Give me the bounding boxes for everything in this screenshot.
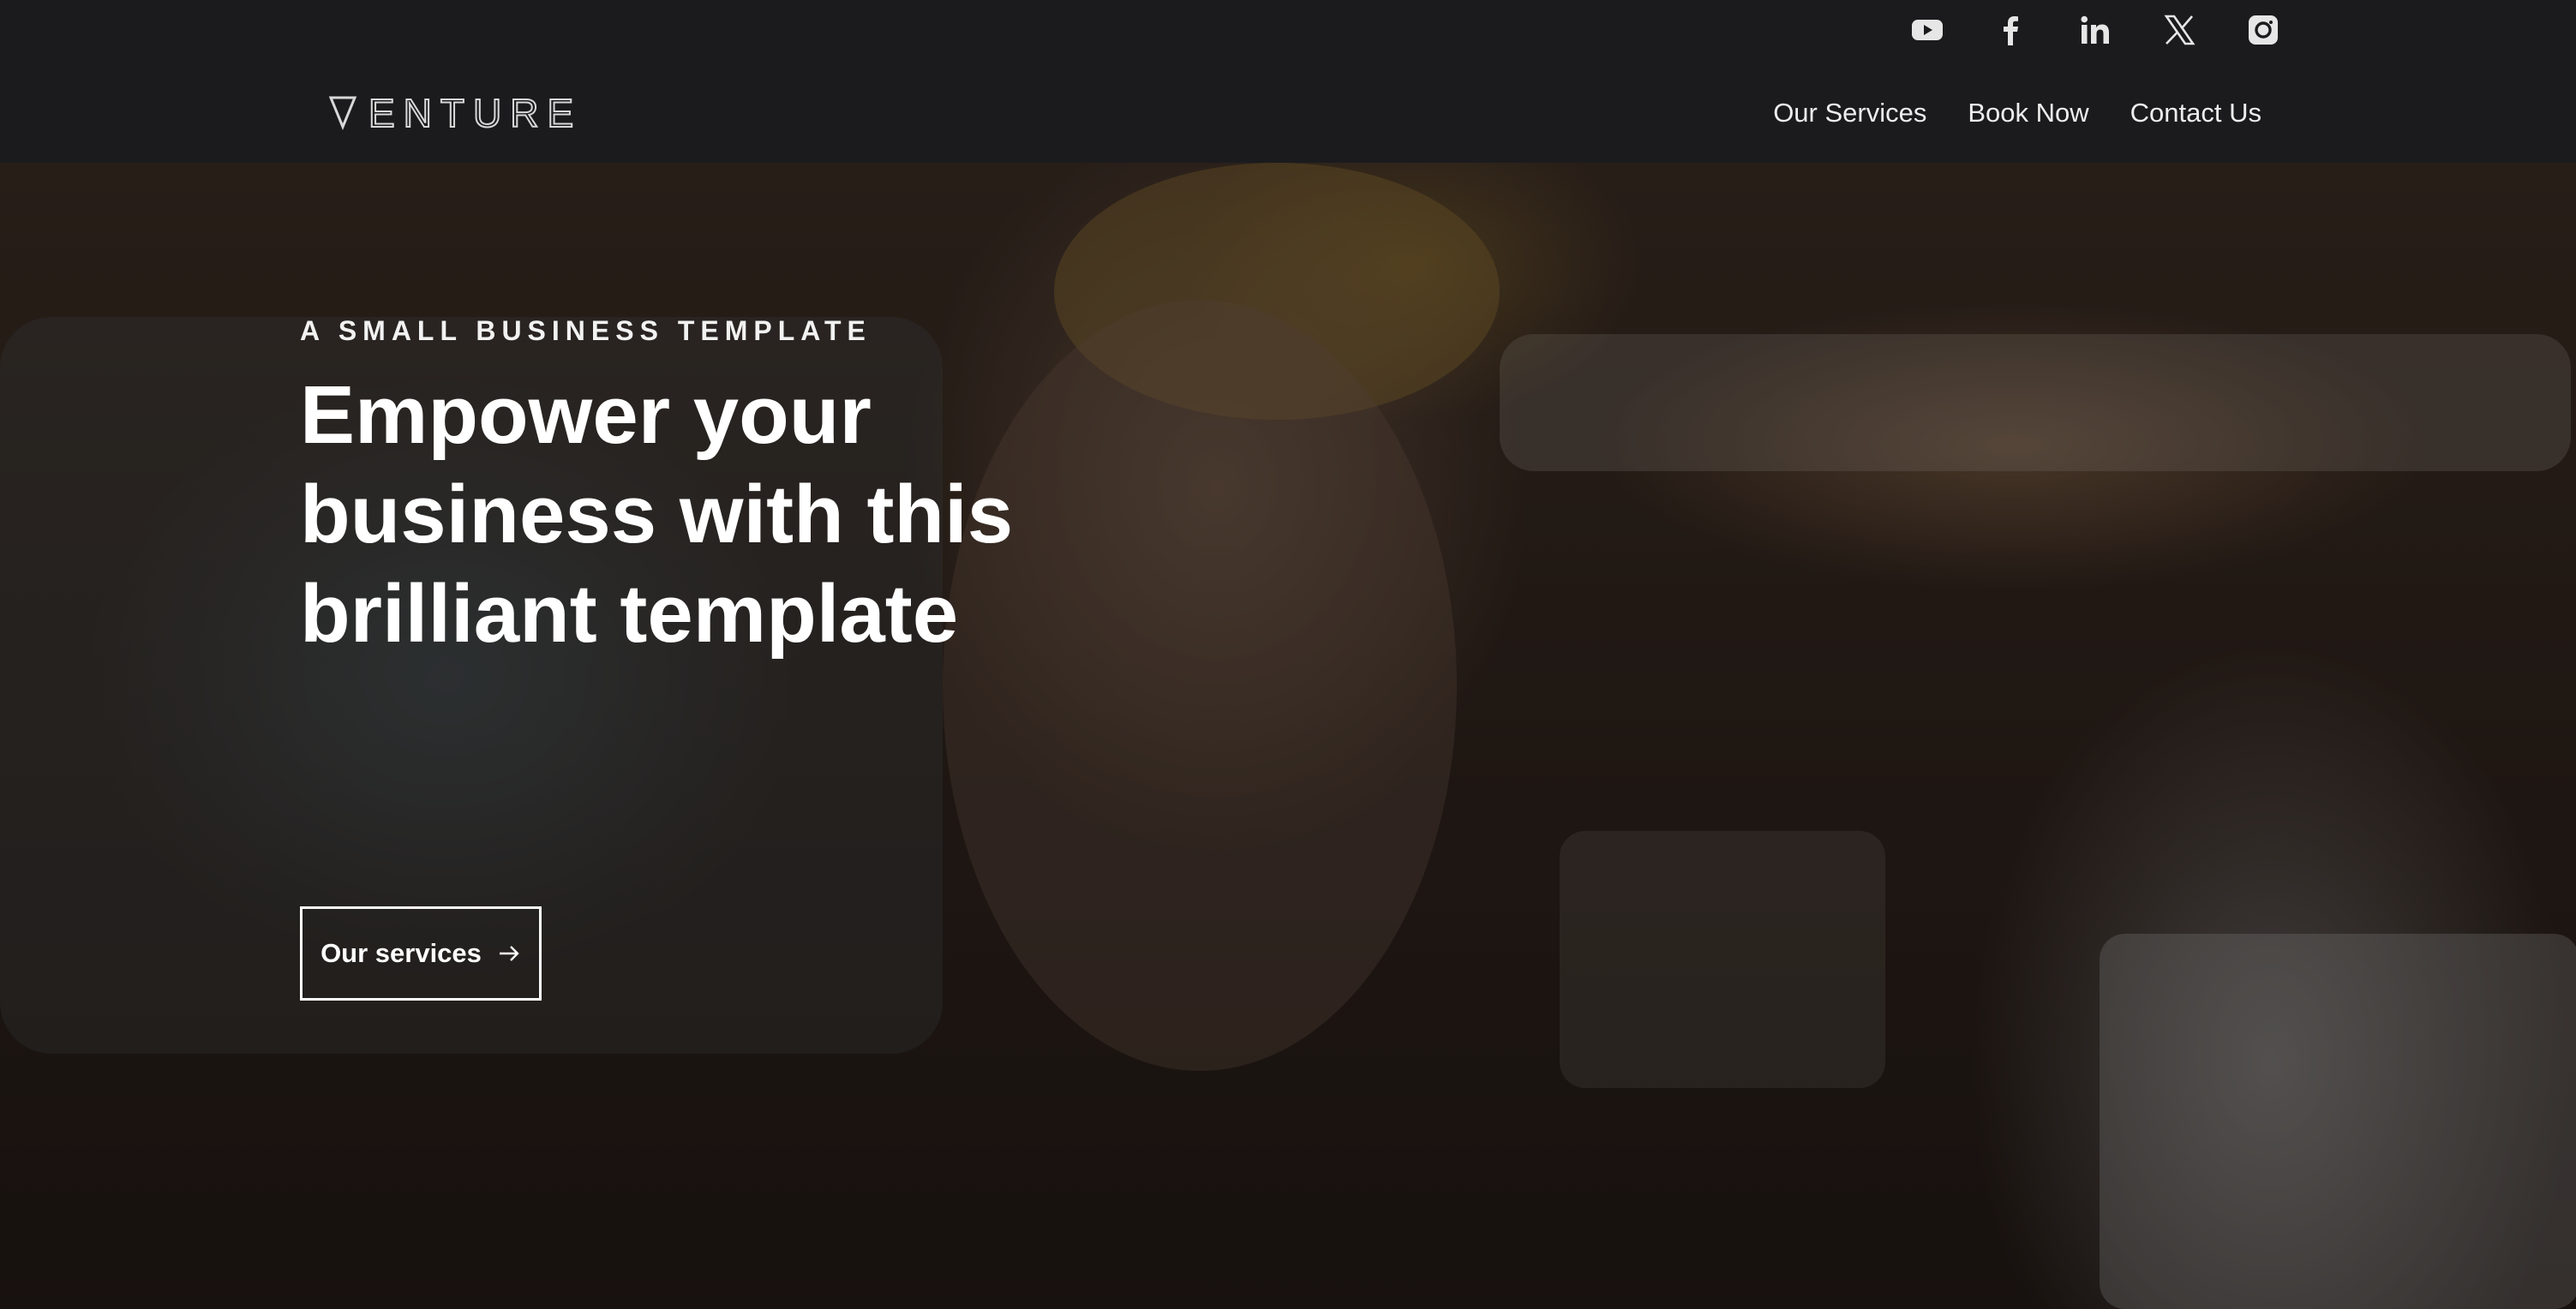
our-services-button[interactable]: Our services bbox=[300, 906, 542, 1001]
site-header: ENTURE Our Services Book Now Contact Us bbox=[0, 0, 2576, 163]
linkedin-icon[interactable] bbox=[2077, 12, 2113, 48]
social-links bbox=[1909, 12, 2281, 48]
nav-our-services[interactable]: Our Services bbox=[1773, 98, 1926, 129]
main-nav: Our Services Book Now Contact Us bbox=[1773, 98, 2261, 129]
cta-label: Our services bbox=[321, 938, 482, 968]
nav-contact-us[interactable]: Contact Us bbox=[2130, 98, 2261, 129]
x-icon[interactable] bbox=[2161, 12, 2197, 48]
hero-content: A SMALL BUSINESS TEMPLATE Empower your b… bbox=[300, 315, 1243, 664]
facebook-icon[interactable] bbox=[1993, 12, 2029, 48]
instagram-icon[interactable] bbox=[2245, 12, 2281, 48]
nav-book-now[interactable]: Book Now bbox=[1968, 98, 2088, 129]
svg-text:ENTURE: ENTURE bbox=[368, 91, 582, 134]
hero-headline: Empower your business with this brillian… bbox=[300, 369, 1014, 660]
hero-eyebrow: A SMALL BUSINESS TEMPLATE bbox=[300, 315, 872, 346]
logo[interactable]: ENTURE bbox=[329, 89, 586, 134]
venture-logo-mark: ENTURE bbox=[329, 90, 582, 134]
youtube-icon[interactable] bbox=[1909, 12, 1945, 48]
arrow-right-icon bbox=[499, 946, 519, 961]
